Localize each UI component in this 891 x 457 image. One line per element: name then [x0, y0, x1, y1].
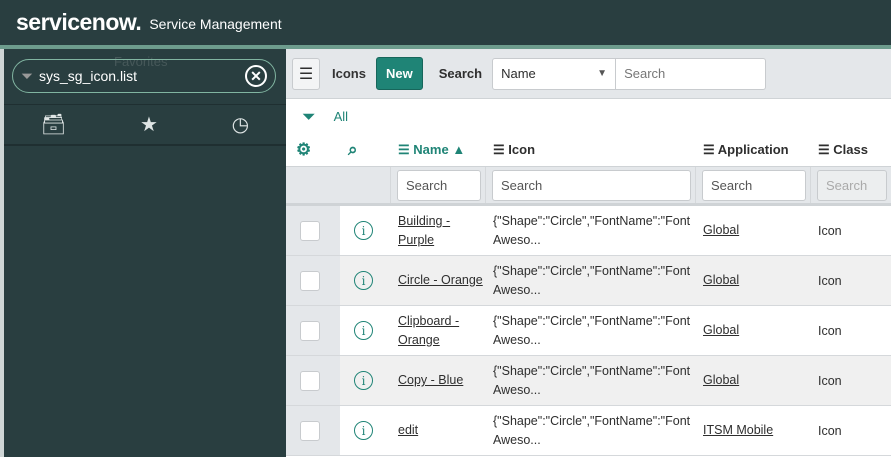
- row-class: Icon: [818, 373, 842, 388]
- table-row: i Clipboard - Orange {"Shape":"Circle","…: [286, 306, 891, 356]
- row-checkbox[interactable]: [300, 320, 320, 341]
- filter-breadcrumb: ⏷ All: [286, 99, 891, 134]
- row-application-link[interactable]: Global: [703, 373, 739, 387]
- archive-icon[interactable]: 🗃: [41, 112, 66, 137]
- list-menu-button[interactable]: ☰: [292, 57, 320, 90]
- column-header-icon[interactable]: ☰ Icon: [485, 142, 695, 158]
- chevron-down-icon: ▼: [597, 68, 608, 79]
- row-name-link[interactable]: Clipboard - Orange: [398, 314, 459, 347]
- clock-icon[interactable]: ◷: [232, 112, 249, 137]
- info-icon[interactable]: i: [354, 371, 373, 390]
- row-class: Icon: [818, 423, 842, 438]
- icon-search-input[interactable]: Search: [492, 169, 691, 201]
- column-search-row: Search Search Search Search: [286, 166, 891, 206]
- filter-value[interactable]: sys_sg_icon.list: [39, 68, 245, 84]
- table-row: i Building - Purple {"Shape":"Circle","F…: [286, 206, 891, 256]
- row-icon-value: {"Shape":"Circle","FontName":"Font Aweso…: [493, 213, 691, 247]
- table-row: i Circle - Orange {"Shape":"Circle","Fon…: [286, 256, 891, 306]
- row-checkbox[interactable]: [300, 220, 320, 241]
- class-search-input: Search: [817, 169, 887, 201]
- search-label: Search: [438, 66, 483, 81]
- row-name-link[interactable]: edit: [398, 423, 418, 437]
- table-row: i Copy - Blue {"Shape":"Circle","FontNam…: [286, 356, 891, 406]
- app-title: Service Management: [149, 16, 282, 32]
- column-header-application[interactable]: ☰ Application: [695, 142, 810, 158]
- navigator-filter-input[interactable]: ⏷ sys_sg_icon.list ✕: [12, 59, 276, 93]
- row-application-link[interactable]: Global: [703, 323, 739, 337]
- filter-icon: ⏷: [21, 67, 34, 85]
- list-view: ☰ Icons New Search Name ▼ Search ⏷ All ⚙ …: [286, 49, 891, 457]
- row-checkbox[interactable]: [300, 270, 320, 291]
- list-title: Icons: [332, 66, 366, 81]
- row-class: Icon: [818, 273, 842, 288]
- info-icon[interactable]: i: [354, 421, 373, 440]
- row-checkbox[interactable]: [300, 420, 320, 441]
- search-input[interactable]: Search: [616, 57, 767, 90]
- filter-icon[interactable]: ⏷: [302, 107, 316, 127]
- column-header-row: ⚙ ⌕ ☰ Name ▲ ☰ Icon ☰ Application ☰ Clas…: [286, 134, 891, 166]
- application-search-input[interactable]: Search: [702, 169, 806, 201]
- row-icon-value: {"Shape":"Circle","FontName":"Font Aweso…: [493, 263, 691, 297]
- star-icon[interactable]: ★: [140, 112, 158, 137]
- gear-icon[interactable]: ⚙: [286, 140, 340, 160]
- row-icon-value: {"Shape":"Circle","FontName":"Font Aweso…: [493, 313, 691, 347]
- row-icon-value: {"Shape":"Circle","FontName":"Font Aweso…: [493, 363, 691, 397]
- table-body: i Building - Purple {"Shape":"Circle","F…: [286, 206, 891, 456]
- clear-filter-icon[interactable]: ✕: [245, 65, 267, 87]
- column-header-name[interactable]: ☰ Name ▲: [390, 142, 485, 158]
- info-icon[interactable]: i: [354, 221, 373, 240]
- new-button[interactable]: New: [375, 57, 423, 90]
- navigator-tabs: 🗃 ★ ◷: [4, 104, 286, 146]
- row-class: Icon: [818, 323, 842, 338]
- row-name-link[interactable]: Building - Purple: [398, 214, 450, 247]
- search-icon[interactable]: ⌕: [340, 140, 390, 160]
- row-icon-value: {"Shape":"Circle","FontName":"Font Aweso…: [493, 413, 691, 447]
- application-navigator: Favorites ⏷ sys_sg_icon.list ✕ 🗃 ★ ◷: [0, 49, 286, 457]
- column-header-class[interactable]: ☰ Class: [810, 142, 891, 158]
- row-application-link[interactable]: ITSM Mobile: [703, 423, 773, 437]
- top-header: servicenow. Service Management: [0, 0, 891, 45]
- row-name-link[interactable]: Copy - Blue: [398, 373, 463, 387]
- search-field-select[interactable]: Name ▼: [492, 57, 617, 90]
- list-toolbar: ☰ Icons New Search Name ▼ Search: [286, 49, 891, 99]
- row-application-link[interactable]: Global: [703, 223, 739, 237]
- breadcrumb-all[interactable]: All: [334, 109, 348, 124]
- info-icon[interactable]: i: [354, 271, 373, 290]
- row-application-link[interactable]: Global: [703, 273, 739, 287]
- row-class: Icon: [818, 223, 842, 238]
- row-checkbox[interactable]: [300, 370, 320, 391]
- row-name-link[interactable]: Circle - Orange: [398, 273, 483, 287]
- name-search-input[interactable]: Search: [397, 169, 481, 201]
- info-icon[interactable]: i: [354, 321, 373, 340]
- servicenow-logo[interactable]: servicenow.: [16, 9, 142, 36]
- table-row: i edit {"Shape":"Circle","FontName":"Fon…: [286, 406, 891, 456]
- selected-field: Name: [501, 66, 536, 81]
